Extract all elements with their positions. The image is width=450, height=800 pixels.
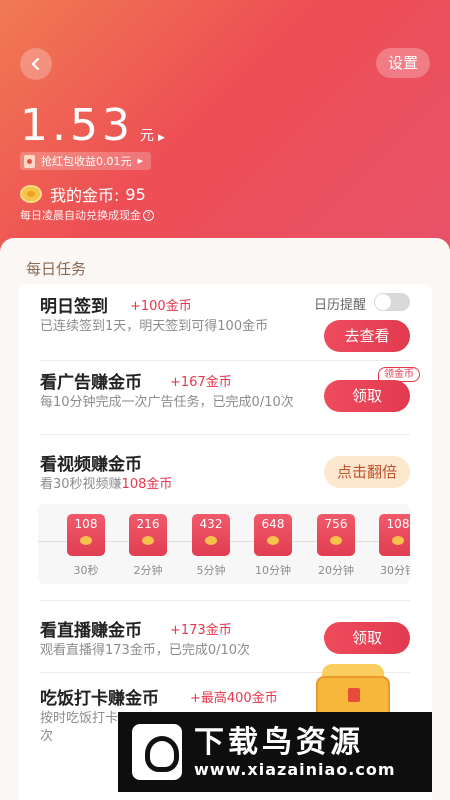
balance-unit: 元 — [139, 128, 154, 144]
red-packet-icon: 432 — [192, 514, 230, 556]
signin-view-button[interactable]: 去查看 — [324, 320, 410, 352]
red-packet-icon: 108 — [379, 514, 410, 556]
meal-reward: +最高400金币 — [190, 691, 278, 706]
live-title: 看直播赚金币 — [40, 621, 142, 641]
live-reward: +173金币 — [170, 623, 232, 638]
calendar-reminder-toggle[interactable] — [374, 293, 410, 311]
red-packet-icon: 108 — [67, 514, 105, 556]
calendar-reminder-label: 日历提醒 — [313, 298, 366, 313]
video-reward-item[interactable]: 108 30秒 — [66, 514, 106, 578]
signin-desc: 已连续签到1天，明天签到可得100金币 — [40, 319, 269, 334]
chevron-left-icon — [31, 57, 40, 71]
meal-desc: 按时吃饭打卡次 — [40, 711, 119, 744]
coin-icon — [80, 536, 92, 545]
signin-title: 明日签到 — [40, 297, 108, 317]
reward-time: 5分钟 — [196, 564, 226, 577]
coin-icon — [267, 536, 279, 545]
coins-row: 我的金币: 95 — [20, 182, 146, 206]
reward-amount: 756 — [324, 517, 348, 531]
coin-icon — [20, 185, 42, 203]
section-title: 每日任务 — [26, 260, 87, 278]
video-reward-strip[interactable]: 108 30秒 216 2分钟 432 5分钟 648 10分钟 756 20分… — [38, 504, 410, 584]
balance[interactable]: 1.53 元 ▶ — [20, 100, 165, 151]
video-desc: 看30秒视频赚108金币 — [40, 476, 300, 494]
redpack-earnings-label: 抢红包收益0.01元 — [41, 155, 132, 168]
coins-value: 95 — [125, 184, 146, 204]
balance-value: 1.53 — [20, 100, 134, 151]
ad-title: 看广告赚金币 — [40, 373, 142, 393]
watermark-title: 下载鸟资源 — [194, 724, 364, 760]
video-title: 看视频赚金币 — [40, 455, 142, 475]
coin-icon — [205, 536, 217, 545]
coin-icon — [392, 536, 404, 545]
video-desc-text: 看30秒视频赚 — [40, 477, 122, 492]
red-packet-icon: 756 — [317, 514, 355, 556]
ad-desc: 每10分钟完成一次广告任务，已完成0/10次 — [40, 395, 294, 410]
red-packet-icon: 648 — [254, 514, 292, 556]
reward-time: 20分钟 — [318, 564, 354, 577]
watermark-url: www.xiazainiao.com — [194, 759, 396, 779]
video-reward-item[interactable]: 756 20分钟 — [316, 514, 356, 578]
reward-amount: 432 — [199, 517, 223, 531]
exchange-note-text: 每日凌晨自动兑换成现金 — [20, 209, 141, 222]
reward-time: 30秒 — [73, 564, 99, 577]
divider — [40, 360, 410, 361]
settings-button[interactable]: 设置 — [375, 48, 430, 78]
double-reward-button[interactable]: 点击翻倍 — [324, 456, 410, 488]
reward-time: 30分钟 — [380, 564, 410, 577]
exchange-note: 每日凌晨自动兑换成现金 ? — [20, 207, 154, 223]
reward-amount: 108 — [386, 517, 410, 531]
reward-amount: 108 — [74, 517, 98, 531]
reward-amount: 216 — [136, 517, 160, 531]
signin-reward: +100金币 — [130, 299, 192, 314]
meal-title: 吃饭打卡赚金币 — [40, 689, 159, 709]
reward-time: 10分钟 — [255, 564, 291, 577]
caret-right-icon: ▶ — [157, 133, 165, 143]
caret-right-icon: ▶ — [137, 157, 143, 165]
divider — [40, 434, 410, 435]
video-desc-highlight: 108金币 — [121, 477, 173, 492]
video-reward-item[interactable]: 108 30分钟 — [378, 514, 410, 578]
live-claim-button[interactable]: 领取 — [324, 622, 410, 654]
ad-claim-button[interactable]: 领取 — [324, 380, 410, 412]
divider — [40, 600, 410, 601]
bird-logo-icon — [132, 724, 182, 780]
video-reward-item[interactable]: 648 10分钟 — [253, 514, 293, 578]
reward-time: 2分钟 — [133, 564, 163, 577]
live-desc: 观看直播得173金币，已完成0/10次 — [40, 643, 251, 658]
coin-icon — [142, 536, 154, 545]
help-icon[interactable]: ? — [143, 209, 154, 221]
watermark: 下载鸟资源 www.xiazainiao.com — [118, 712, 432, 792]
redpack-earnings-tag[interactable]: 抢红包收益0.01元 ▶ — [20, 152, 151, 170]
red-packet-icon — [24, 154, 35, 168]
ad-reward: +167金币 — [170, 375, 232, 390]
video-reward-item[interactable]: 432 5分钟 — [191, 514, 231, 578]
back-button[interactable] — [20, 48, 52, 80]
reward-amount: 648 — [261, 517, 285, 531]
video-reward-item[interactable]: 216 2分钟 — [128, 514, 168, 578]
watermark-text: 下载鸟资源 www.xiazainiao.com — [194, 724, 396, 779]
coin-icon — [330, 536, 342, 545]
red-packet-icon: 216 — [129, 514, 167, 556]
header: 设置 1.53 元 ▶ 抢红包收益0.01元 ▶ 我的金币: 95 每日凌晨自动… — [0, 0, 450, 270]
coins-label: 我的金币: — [50, 186, 120, 205]
